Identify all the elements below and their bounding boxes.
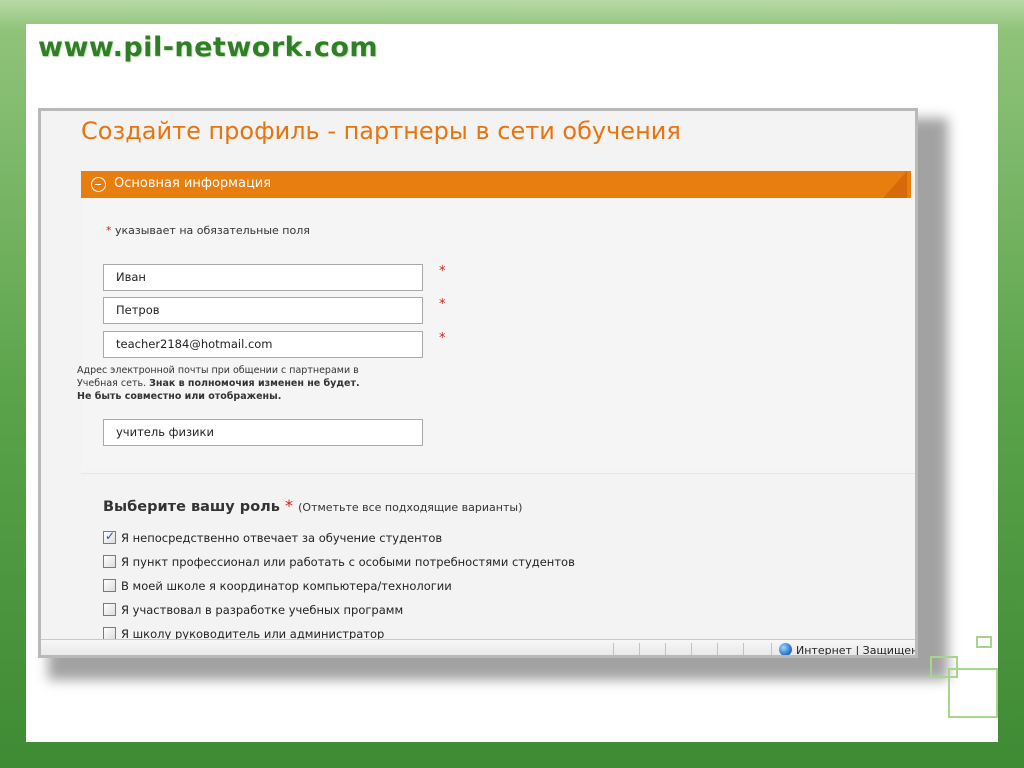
role-required-star: * xyxy=(285,496,294,515)
security-zone-text: Интернет | Защищен xyxy=(796,644,918,657)
role-heading: Выберите вашу роль * (Отметьте все подхо… xyxy=(103,496,522,515)
email-required-star: * xyxy=(439,331,446,346)
role-checkbox[interactable] xyxy=(103,579,116,592)
browser-screenshot: Создайте профиль - партнеры в сети обуче… xyxy=(38,108,918,658)
required-note: * указывает на обязательные поля xyxy=(106,224,310,237)
status-separator xyxy=(691,643,692,655)
section-label: Основная информация xyxy=(114,176,272,191)
basic-info-form: * указывает на обязательные поля Иван * … xyxy=(81,198,915,471)
section-corner-decoration xyxy=(883,171,907,198)
status-separator xyxy=(717,643,718,655)
role-checkbox-checked[interactable] xyxy=(103,529,116,544)
role-option-label: Я пункт профессионал или работать с особ… xyxy=(121,555,575,569)
page-title: Создайте профиль - партнеры в сети обуче… xyxy=(81,117,681,145)
collapse-icon[interactable] xyxy=(91,177,106,192)
role-option-label: Я участвовал в разработке учебных програ… xyxy=(121,603,404,617)
first-name-required-star: * xyxy=(439,264,446,279)
email-help-line1: Адрес электронной почты при общении с па… xyxy=(77,365,359,376)
required-note-text: указывает на обязательные поля xyxy=(115,224,310,237)
section-header-basic-info[interactable]: Основная информация xyxy=(81,171,911,198)
email-help-line2: Учебная сеть. Знак в полномочия изменен … xyxy=(77,377,397,390)
laptop-icon xyxy=(976,636,992,648)
globe-icon xyxy=(779,643,792,655)
required-star: * xyxy=(106,224,112,237)
role-heading-hint: (Отметьте все подходящие варианты) xyxy=(298,501,523,514)
first-name-field[interactable]: Иван xyxy=(103,264,423,291)
position-field[interactable]: учитель физики xyxy=(103,419,423,446)
role-option-label: Я непосредственно отвечает за обучение с… xyxy=(121,531,443,545)
email-field[interactable]: teacher2184@hotmail.com xyxy=(103,331,423,358)
role-option[interactable]: Я непосредственно отвечает за обучение с… xyxy=(103,529,443,547)
role-option-label: В моей школе я координатор компьютера/те… xyxy=(121,579,452,593)
role-option[interactable]: Я участвовал в разработке учебных програ… xyxy=(103,603,403,619)
role-checkbox[interactable] xyxy=(103,603,116,616)
role-option[interactable]: В моей школе я координатор компьютера/те… xyxy=(103,579,452,595)
status-separator xyxy=(639,643,640,655)
site-url: www.pil-network.com xyxy=(38,32,379,63)
role-section: Выберите вашу роль * (Отметьте все подхо… xyxy=(81,474,915,655)
email-help-line2-plain: Учебная сеть. xyxy=(77,378,150,389)
role-option[interactable]: Я пункт профессионал или работать с особ… xyxy=(103,555,575,571)
security-zone: Интернет | Защищен xyxy=(779,643,918,657)
status-separator xyxy=(613,643,614,655)
email-help-line2-bold: Знак в полномочия изменен не будет. xyxy=(149,378,360,389)
laptop-icon xyxy=(948,668,998,718)
email-help-text: Адрес электронной почты при общении с па… xyxy=(77,364,397,403)
last-name-required-star: * xyxy=(439,297,446,312)
status-separator xyxy=(665,643,666,655)
browser-status-bar: Интернет | Защищен xyxy=(41,639,918,657)
status-separator xyxy=(743,643,744,655)
email-help-line3-bold: Не быть совместно или отображены. xyxy=(77,391,282,402)
role-checkbox[interactable] xyxy=(103,555,116,568)
last-name-field[interactable]: Петров xyxy=(103,297,423,324)
role-heading-title: Выберите вашу роль xyxy=(103,499,280,515)
status-separator xyxy=(771,643,772,655)
email-help-line3: Не быть совместно или отображены. xyxy=(77,390,397,403)
